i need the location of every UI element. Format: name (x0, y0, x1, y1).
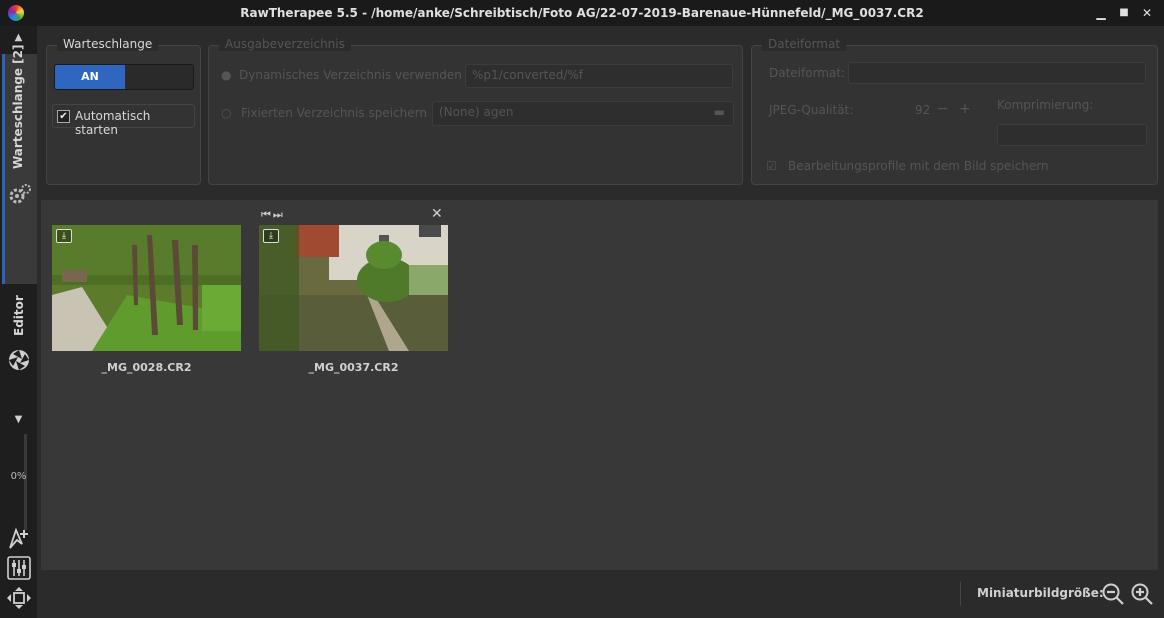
queue-toggle-on-label: AN (55, 65, 125, 89)
scroll-down-button[interactable]: ▼ (0, 414, 37, 432)
radio-fixed-icon[interactable]: ○ (221, 106, 231, 120)
tab-queue-label: Warteschlange [2] (11, 44, 25, 169)
compression-select[interactable] (997, 124, 1147, 146)
title-bar: RawTherapee 5.5 - /home/anke/Schreibtisc… (0, 0, 1164, 26)
autostart-label: Automatisch starten (75, 109, 151, 137)
queue-progress-label: 0% (10, 471, 27, 482)
output-directory-frame: Ausgabeverzeichnis ● Dynamisches Verzeic… (208, 37, 743, 185)
bottom-separator (960, 582, 961, 606)
folder-icon: ▬ (713, 105, 725, 119)
thumb-size-label: Miniaturbildgröße: (977, 586, 1104, 600)
output-frame-title: Ausgabeverzeichnis (219, 37, 351, 51)
remove-from-queue-button[interactable]: ✕ (431, 206, 443, 222)
queue-frame: Warteschlange AN ✔ Automatisch starten (46, 37, 201, 185)
save-profile-label: Bearbeitungsprofile mit dem Bild speiche… (788, 159, 1049, 173)
queue-status-icon: ⤓ (263, 229, 279, 243)
queue-settings-area: Warteschlange AN ✔ Automatisch starten A… (37, 26, 1164, 196)
thumbnail-filename: _MG_0037.CR2 (308, 361, 399, 374)
aperture-icon[interactable] (6, 348, 32, 372)
tab-editor[interactable]: Editor (12, 295, 26, 336)
dynamic-option-label: Dynamisches Verzeichnis verwenden (239, 68, 462, 82)
queue-thumbnail-area: ⏮⏭ ✕ ⤓ _MG_0028.CR2 ⤓ _MG_0037.CR2 (41, 200, 1158, 570)
queue-toggle-switch[interactable]: AN (54, 64, 194, 90)
move-icon[interactable] (6, 586, 32, 610)
format-frame-title: Dateiformat (762, 37, 847, 51)
queue-thumbnail[interactable]: ⤓ (52, 225, 241, 351)
radio-dynamic-icon[interactable]: ● (221, 68, 231, 82)
prev-next-icon[interactable]: ⏮⏭ (261, 208, 285, 222)
cursor-plus-icon[interactable] (6, 526, 32, 550)
maximize-button[interactable]: ■ (1114, 3, 1134, 23)
queue-frame-title: Warteschlange (57, 37, 159, 51)
window-title: RawTherapee 5.5 - /home/anke/Schreibtisc… (240, 6, 924, 20)
save-profile-checkbox[interactable]: ☑ (766, 159, 777, 173)
dynamic-template-input[interactable]: %p1/converted/%f (465, 64, 733, 88)
thumbnail-image-road (52, 225, 241, 351)
gears-icon (9, 184, 31, 204)
thumbnail-image-house (259, 225, 448, 351)
sidebar: ▲ Warteschlange [2] Editor ▼ 0% (0, 26, 37, 618)
fixed-folder-chooser[interactable]: (None) agen ▬ (432, 101, 734, 126)
zoom-in-icon[interactable] (1130, 582, 1154, 606)
sliders-icon[interactable] (6, 556, 32, 580)
jpeg-quality-value[interactable]: 92 (915, 103, 930, 117)
thumbnail-filename: _MG_0028.CR2 (101, 361, 192, 374)
queue-status-icon: ⤓ (56, 229, 72, 243)
compression-label: Komprimierung: (997, 98, 1094, 112)
minimize-button[interactable]: ▁ (1091, 3, 1111, 23)
close-button[interactable]: ✕ (1137, 3, 1157, 23)
fixed-folder-value: (None) agen (439, 105, 514, 119)
fixed-option-label: Fixierten Verzeichnis speichern (241, 106, 427, 120)
format-label: Dateiformat: (769, 66, 846, 80)
zoom-out-icon[interactable] (1101, 582, 1125, 606)
quality-increase-button[interactable]: + (959, 101, 971, 117)
autostart-checkbox[interactable]: ✔ (57, 110, 70, 123)
queue-thumbnail-selected[interactable]: ⤓ (259, 225, 448, 351)
tab-queue[interactable]: Warteschlange [2] (2, 45, 37, 284)
autostart-checkbox-row[interactable]: ✔ Automatisch starten (52, 104, 195, 137)
jpeg-quality-label: JPEG-Qualität: (769, 103, 854, 117)
quality-decrease-button[interactable]: − (937, 101, 949, 117)
bottom-bar: Miniaturbildgröße: (37, 572, 1164, 618)
file-format-frame: Dateiformat Dateiformat: JPEG-Qualität: … (751, 37, 1158, 185)
format-select[interactable] (848, 62, 1146, 84)
queue-progress-bar (24, 434, 27, 530)
